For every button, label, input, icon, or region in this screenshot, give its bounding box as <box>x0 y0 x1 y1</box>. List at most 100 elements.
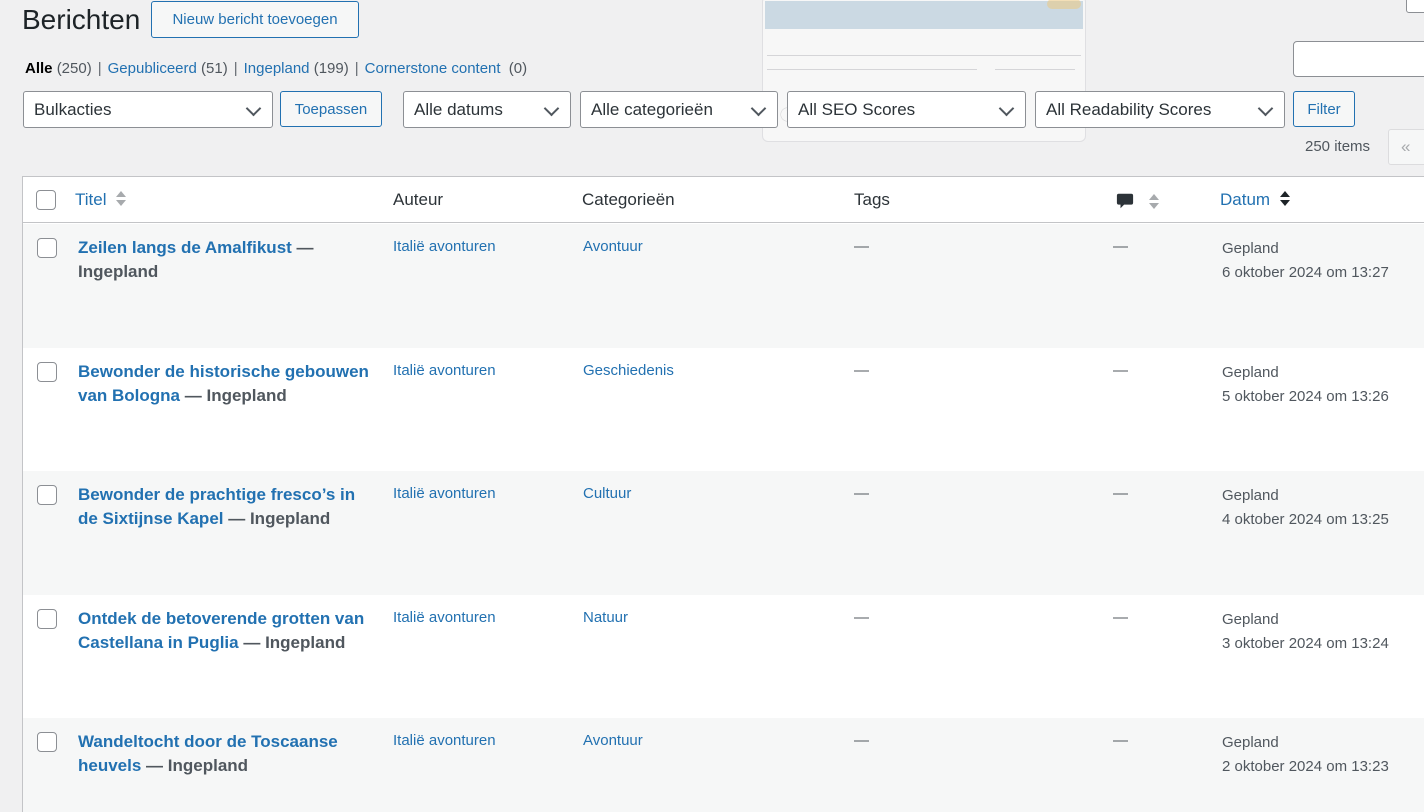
tags-cell: — <box>854 485 869 502</box>
post-status: Gepland <box>1222 240 1279 257</box>
overlay-divider <box>995 69 1075 70</box>
screen-options-toggle[interactable] <box>1406 0 1424 13</box>
post-state: — Ingepland <box>243 633 346 652</box>
table-header: Titel Auteur Categorieën Tags Datum <box>23 177 1424 223</box>
post-status: Gepland <box>1222 611 1279 628</box>
tags-cell: — <box>854 238 869 255</box>
view-published-count: (51) <box>201 60 228 77</box>
sort-desc-icon <box>1279 190 1291 208</box>
posts-table: Titel Auteur Categorieën Tags Datum Zeil… <box>22 176 1424 812</box>
post-title-link[interactable]: Zeilen langs de Amalfikust <box>78 238 292 257</box>
column-date-sort[interactable]: Datum <box>1220 190 1291 210</box>
category-link[interactable]: Avontuur <box>583 732 643 749</box>
table-row: Zeilen langs de Amalfikust — Ingepland I… <box>23 224 1424 348</box>
post-state: — Ingepland <box>146 756 249 775</box>
category-link[interactable]: Cultuur <box>583 485 631 502</box>
date-cell: Gepland 4 oktober 2024 om 13:25 <box>1222 484 1389 532</box>
apply-button[interactable]: Toepassen <box>280 91 382 127</box>
view-published-link[interactable]: Gepubliceerd <box>108 60 197 77</box>
row-checkbox[interactable] <box>37 238 57 258</box>
comments-cell: — <box>1113 732 1128 749</box>
view-cornerstone-link[interactable]: Cornerstone content <box>365 60 501 77</box>
comments-sort-icon[interactable] <box>1148 193 1160 211</box>
row-checkbox[interactable] <box>37 485 57 505</box>
date-cell: Gepland 6 oktober 2024 om 13:27 <box>1222 237 1389 285</box>
row-checkbox[interactable] <box>37 362 57 382</box>
date-filter-select[interactable]: Alle datums <box>403 91 571 128</box>
column-tags: Tags <box>854 190 890 209</box>
date-cell: Gepland 2 oktober 2024 om 13:23 <box>1222 731 1389 779</box>
post-date: 6 oktober 2024 om 13:27 <box>1222 264 1389 281</box>
author-link[interactable]: Italië avonturen <box>393 238 496 255</box>
comments-cell: — <box>1113 362 1128 379</box>
post-title-cell: Ontdek de betoverende grotten van Castel… <box>78 607 378 655</box>
select-all-checkbox[interactable] <box>36 190 56 210</box>
view-scheduled-link[interactable]: Ingepland <box>244 60 310 77</box>
author-link[interactable]: Italië avonturen <box>393 732 496 749</box>
readability-filter-value: All Readability Scores <box>1046 99 1212 119</box>
author-link[interactable]: Italië avonturen <box>393 485 496 502</box>
post-state: — Ingepland <box>184 386 287 405</box>
sort-icon <box>115 190 127 208</box>
view-all-count: (250) <box>56 60 92 77</box>
tags-cell: — <box>854 609 869 626</box>
overlay-badge <box>1047 0 1081 9</box>
post-title-cell: Wandeltocht door de Toscaanse heuvels — … <box>78 730 378 778</box>
bulk-actions-value: Bulkacties <box>34 99 112 119</box>
readability-filter-select[interactable]: All Readability Scores <box>1035 91 1285 128</box>
view-separator: | <box>354 60 359 77</box>
post-date: 3 oktober 2024 om 13:24 <box>1222 635 1389 652</box>
seo-score-filter-value: All SEO Scores <box>798 99 916 119</box>
post-status-views: Alle (250) | Gepubliceerd (51) | Ingepland (… <box>25 60 527 78</box>
row-checkbox[interactable] <box>37 732 57 752</box>
items-count: 250 items <box>1305 138 1371 155</box>
view-separator: | <box>233 60 238 77</box>
add-new-post-button[interactable]: Nieuw bericht toevoegen <box>151 1 359 38</box>
view-separator: | <box>97 60 102 77</box>
table-row: Wandeltocht door de Toscaanse heuvels — … <box>23 718 1424 812</box>
first-page-button[interactable]: « <box>1388 129 1424 165</box>
column-author: Auteur <box>393 190 444 209</box>
category-link[interactable]: Avontuur <box>583 238 643 255</box>
category-filter-value: Alle categorieën <box>591 99 713 119</box>
post-status: Gepland <box>1222 487 1279 504</box>
table-row: Bewonder de prachtige fresco’s in de Six… <box>23 471 1424 595</box>
comment-icon[interactable] <box>1116 192 1134 210</box>
post-title-cell: Bewonder de historische gebouwen van Bol… <box>78 360 378 408</box>
comments-cell: — <box>1113 609 1128 626</box>
author-link[interactable]: Italië avonturen <box>393 362 496 379</box>
tags-cell: — <box>854 732 869 749</box>
view-cornerstone-count: (0) <box>508 60 528 77</box>
view-scheduled-count: (199) <box>313 60 349 77</box>
post-title-cell: Zeilen langs de Amalfikust — Ingepland <box>78 236 378 284</box>
seo-score-filter-select[interactable]: All SEO Scores <box>787 91 1026 128</box>
comments-cell: — <box>1113 485 1128 502</box>
post-status: Gepland <box>1222 734 1279 751</box>
post-title-cell: Bewonder de prachtige fresco’s in de Six… <box>78 483 378 531</box>
chevron-down-icon <box>246 103 260 117</box>
category-filter-select[interactable]: Alle categorieën <box>580 91 778 128</box>
table-row: Ontdek de betoverende grotten van Castel… <box>23 595 1424 719</box>
row-checkbox[interactable] <box>37 609 57 629</box>
overlay-banner <box>765 1 1083 29</box>
column-title-label: Titel <box>75 190 107 209</box>
overlay-divider <box>767 55 1081 56</box>
bulk-actions-select[interactable]: Bulkacties <box>23 91 273 128</box>
column-title-sort[interactable]: Titel <box>75 190 127 210</box>
category-link[interactable]: Natuur <box>583 609 628 626</box>
filter-button[interactable]: Filter <box>1293 91 1355 127</box>
column-categories: Categorieën <box>582 190 675 209</box>
category-link[interactable]: Geschiedenis <box>583 362 674 379</box>
search-input[interactable] <box>1293 41 1424 77</box>
column-date-label: Datum <box>1220 190 1271 209</box>
chevron-down-icon <box>544 103 558 117</box>
date-cell: Gepland 3 oktober 2024 om 13:24 <box>1222 608 1389 656</box>
post-date: 4 oktober 2024 om 13:25 <box>1222 511 1389 528</box>
chevron-down-icon <box>999 103 1013 117</box>
view-all-link[interactable]: Alle <box>25 60 53 77</box>
chevron-down-icon <box>751 103 765 117</box>
post-state: — Ingepland <box>228 509 331 528</box>
date-cell: Gepland 5 oktober 2024 om 13:26 <box>1222 361 1389 409</box>
chevron-down-icon <box>1258 103 1272 117</box>
author-link[interactable]: Italië avonturen <box>393 609 496 626</box>
